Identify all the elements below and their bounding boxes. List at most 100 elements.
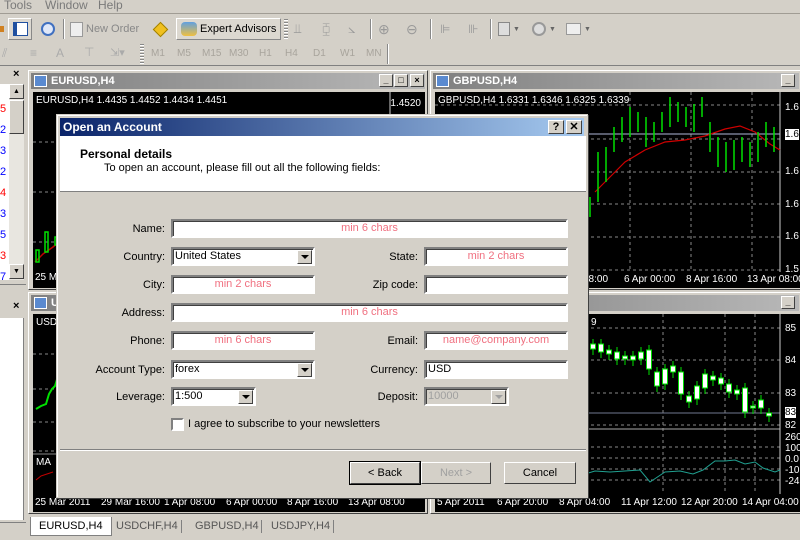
close-icon[interactable]: × bbox=[13, 68, 19, 80]
bar-chart-icon[interactable]: ⫫ bbox=[294, 18, 310, 40]
horizontal-lines-icon[interactable]: ≡ bbox=[30, 46, 37, 60]
zoom-in-icon[interactable]: ⊕ bbox=[378, 18, 396, 40]
help-button[interactable]: ? bbox=[548, 120, 564, 134]
minimize-button[interactable]: _ bbox=[781, 74, 795, 87]
data-window-button[interactable] bbox=[38, 18, 58, 40]
open-account-dialog: Open an Account ? ✕ Personal details To … bbox=[56, 114, 588, 498]
tab-usdchf[interactable]: USDCHF,H4 bbox=[116, 517, 178, 536]
text-label-icon[interactable]: ⊤ bbox=[84, 45, 94, 59]
zoom-out-icon[interactable]: ⊖ bbox=[406, 18, 424, 40]
close-button[interactable]: ✕ bbox=[566, 120, 582, 134]
state-label: State: bbox=[389, 251, 418, 263]
timeframe-m30[interactable]: M30 bbox=[229, 48, 248, 59]
periods-icon[interactable]: ▼ bbox=[532, 18, 558, 40]
arrows-icon[interactable]: ⇲▾ bbox=[110, 46, 125, 59]
candle bbox=[614, 351, 620, 360]
timeframe-h4[interactable]: H4 bbox=[285, 48, 298, 59]
zip-input[interactable] bbox=[424, 275, 568, 294]
fibonacci-icon[interactable]: ⫽ bbox=[2, 46, 7, 61]
time-label: 13 Apr 08:00 bbox=[348, 497, 405, 508]
country-value: United States bbox=[175, 250, 242, 262]
tab-eurusd[interactable]: EURUSD,H4 bbox=[30, 517, 112, 536]
current-price-label: 83 bbox=[785, 407, 797, 418]
indicator-axis-label: 100 bbox=[785, 443, 800, 454]
timeframe-m1[interactable]: M1 bbox=[151, 48, 165, 59]
currency-input[interactable]: USD bbox=[424, 360, 568, 379]
newsletter-label[interactable]: I agree to subscribe to your newsletters bbox=[188, 418, 380, 430]
candle bbox=[590, 343, 596, 350]
expert-advisors-icon bbox=[181, 22, 197, 36]
address-input[interactable]: min 6 chars bbox=[171, 303, 568, 322]
city-input[interactable]: min 2 chars bbox=[171, 275, 315, 294]
minimize-button[interactable]: _ bbox=[781, 296, 795, 309]
line-chart-icon[interactable]: ⦣ bbox=[348, 18, 364, 40]
minimize-button[interactable]: _ bbox=[379, 74, 393, 87]
expert-advisors-button[interactable]: Expert Advisors bbox=[176, 18, 282, 40]
indicator-label: MA bbox=[36, 457, 51, 468]
menu-window[interactable]: Window bbox=[45, 0, 88, 12]
account-type-label: Account Type: bbox=[95, 364, 165, 376]
time-label: 13 Apr 08:00 bbox=[747, 274, 800, 285]
maximize-button[interactable]: □ bbox=[394, 74, 408, 87]
timeframe-w1[interactable]: W1 bbox=[340, 48, 355, 59]
dialog-separator bbox=[60, 449, 586, 451]
market-watch-panel: × 5 2 3 2 4 3 5 3 7 ▲ ▼ × bbox=[0, 66, 26, 540]
scrollbar[interactable]: ▲ ▼ bbox=[8, 84, 24, 280]
newsletter-checkbox[interactable] bbox=[171, 418, 184, 431]
account-type-select[interactable]: forex bbox=[171, 360, 315, 379]
back-button[interactable]: < Back bbox=[349, 461, 421, 485]
scroll-down-button[interactable]: ▼ bbox=[9, 264, 24, 279]
timeframe-m15[interactable]: M15 bbox=[202, 48, 221, 59]
state-input[interactable]: min 2 chars bbox=[424, 247, 568, 266]
expert-advisors-label: Expert Advisors bbox=[200, 23, 277, 35]
close-button[interactable]: × bbox=[410, 74, 424, 87]
name-input[interactable]: min 6 chars bbox=[171, 219, 568, 238]
tab-gbpusd[interactable]: GBPUSD,H4 bbox=[195, 517, 259, 536]
market-watch-value: 3 bbox=[0, 145, 7, 157]
data-window-icon bbox=[41, 22, 55, 36]
timeframe-d1[interactable]: D1 bbox=[313, 48, 326, 59]
email-input[interactable]: name@company.com bbox=[424, 331, 568, 350]
time-label: 12 Apr 20:00 bbox=[681, 497, 738, 508]
timeframe-h1[interactable]: H1 bbox=[259, 48, 272, 59]
autoscroll-icon[interactable]: ⊪ bbox=[468, 18, 484, 40]
next-button[interactable]: Next > bbox=[421, 462, 491, 484]
new-order-button[interactable]: New Order bbox=[70, 18, 139, 40]
deposit-select[interactable]: 10000 bbox=[424, 387, 509, 406]
new-order-icon bbox=[70, 21, 83, 37]
candlestick-icon[interactable]: ⧮ bbox=[322, 18, 338, 40]
time-label: 6 Apr 00:00 bbox=[624, 274, 676, 285]
leverage-select[interactable]: 1:500 bbox=[171, 387, 256, 406]
phone-input[interactable]: min 6 chars bbox=[171, 331, 315, 350]
indicator-axis-label: 260 bbox=[785, 432, 800, 443]
chart-shift-icon[interactable]: ⊫ bbox=[440, 18, 456, 40]
timeframe-mn[interactable]: MN bbox=[366, 48, 382, 59]
cancel-button[interactable]: Cancel bbox=[504, 462, 576, 484]
scroll-thumb[interactable] bbox=[9, 100, 24, 134]
candle bbox=[598, 343, 604, 353]
chevron-down-icon[interactable] bbox=[238, 390, 253, 404]
chevron-down-icon[interactable] bbox=[491, 390, 506, 404]
navigator-button[interactable] bbox=[8, 18, 32, 40]
close-icon[interactable]: × bbox=[13, 300, 19, 312]
scroll-up-button[interactable]: ▲ bbox=[9, 84, 24, 99]
candle bbox=[678, 371, 684, 395]
candle bbox=[766, 412, 772, 417]
menu-help[interactable]: Help bbox=[98, 0, 123, 12]
time-label: 5 Apr 2011 bbox=[437, 497, 485, 508]
indicators-icon[interactable]: ▼ bbox=[498, 18, 522, 40]
time-label: 11 Apr 12:00 bbox=[621, 497, 677, 508]
tab-usdjpy[interactable]: USDJPY,H4 bbox=[271, 517, 330, 536]
templates-icon[interactable]: ▼ bbox=[566, 18, 592, 40]
timeframe-m5[interactable]: M5 bbox=[177, 48, 191, 59]
profiles-icon[interactable] bbox=[0, 18, 6, 40]
country-select[interactable]: United States bbox=[171, 247, 315, 266]
chart-tabs: EURUSD,H4 USDCHF,H4 GBPUSD,H4 USDJPY,H4 bbox=[28, 517, 800, 537]
price-label: 82 bbox=[785, 420, 797, 431]
deposit-label: Deposit: bbox=[377, 391, 418, 403]
market-watch-value: 2 bbox=[0, 124, 7, 136]
menu-tools[interactable]: Tools bbox=[4, 0, 32, 12]
deposit-value: 10000 bbox=[428, 390, 459, 402]
text-icon[interactable]: A bbox=[56, 46, 64, 60]
alert-button[interactable] bbox=[151, 18, 169, 40]
